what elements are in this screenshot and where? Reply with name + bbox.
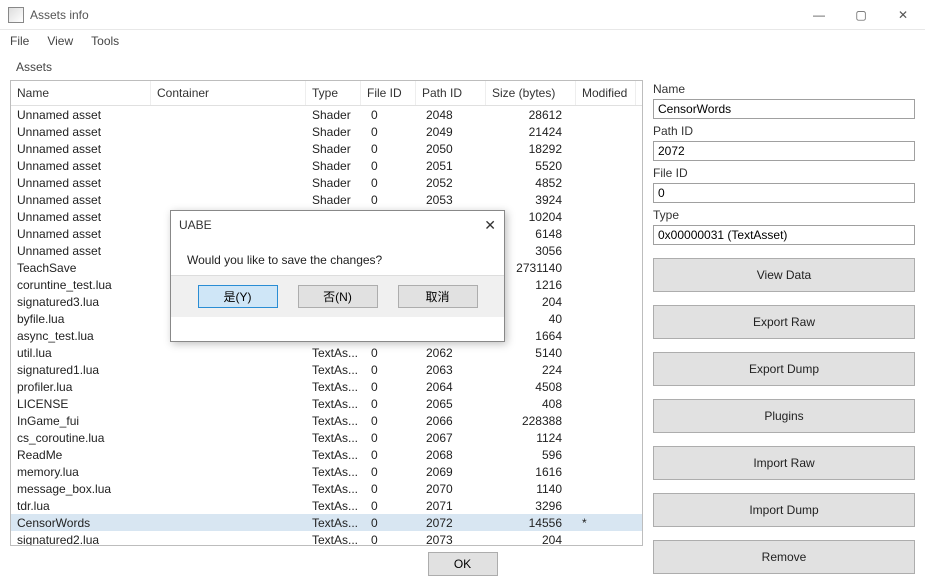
maximize-button[interactable]: ▢ [847,8,875,22]
dialog-message: Would you like to save the changes? [171,239,504,275]
dialog-titlebar: UABE ✕ [171,211,504,239]
table-row[interactable]: CensorWordsTextAs...0207214556* [11,514,642,531]
save-dialog: UABE ✕ Would you like to save the change… [170,210,505,342]
menu-tools[interactable]: Tools [91,34,119,48]
table-row[interactable]: Unnamed assetShader020515520 [11,157,642,174]
menubar: File View Tools [0,30,925,52]
ok-button[interactable]: OK [428,552,498,576]
table-row[interactable]: Unnamed assetShader020533924 [11,191,642,208]
table-row[interactable]: signatured1.luaTextAs...02063224 [11,361,642,378]
fileid-input[interactable] [653,183,915,203]
col-type[interactable]: Type [306,81,361,105]
table-row[interactable]: Unnamed assetShader0205018292 [11,140,642,157]
export-dump-button[interactable]: Export Dump [653,352,915,386]
col-modified[interactable]: Modified [576,81,636,105]
minimize-button[interactable]: — [805,8,833,22]
fileid-label: File ID [653,166,915,180]
table-row[interactable]: message_box.luaTextAs...020701140 [11,480,642,497]
plugins-button[interactable]: Plugins [653,399,915,433]
menu-file[interactable]: File [10,34,29,48]
import-raw-button[interactable]: Import Raw [653,446,915,480]
pathid-label: Path ID [653,124,915,138]
assets-label: Assets [16,60,915,74]
app-icon [8,7,24,23]
table-row[interactable]: Unnamed assetShader0204921424 [11,123,642,140]
name-label: Name [653,82,915,96]
table-row[interactable]: tdr.luaTextAs...020713296 [11,497,642,514]
col-size[interactable]: Size (bytes) [486,81,576,105]
view-data-button[interactable]: View Data [653,258,915,292]
table-row[interactable]: Unnamed assetShader0204828612 [11,106,642,123]
window-title: Assets info [30,8,89,22]
col-container[interactable]: Container [151,81,306,105]
table-row[interactable]: profiler.luaTextAs...020644508 [11,378,642,395]
table-row[interactable]: util.luaTextAs...020625140 [11,344,642,361]
titlebar: Assets info — ▢ ✕ [0,0,925,30]
table-row[interactable]: signatured2.luaTextAs...02073204 [11,531,642,546]
type-input[interactable] [653,225,915,245]
col-name[interactable]: Name [11,81,151,105]
type-label: Type [653,208,915,222]
export-raw-button[interactable]: Export Raw [653,305,915,339]
table-row[interactable]: ReadMeTextAs...02068596 [11,446,642,463]
window-controls: — ▢ ✕ [805,8,917,22]
col-pathid[interactable]: Path ID [416,81,486,105]
menu-view[interactable]: View [47,34,73,48]
dialog-title: UABE [179,218,212,232]
col-fileid[interactable]: File ID [361,81,416,105]
pathid-input[interactable] [653,141,915,161]
table-row[interactable]: cs_coroutine.luaTextAs...020671124 [11,429,642,446]
dialog-cancel-button[interactable]: 取消 [398,285,478,308]
close-button[interactable]: ✕ [889,8,917,22]
table-header: Name Container Type File ID Path ID Size… [11,81,642,106]
dialog-close-icon[interactable]: ✕ [484,217,496,234]
table-row[interactable]: Unnamed assetShader020524852 [11,174,642,191]
table-row[interactable]: InGame_fuiTextAs...02066228388 [11,412,642,429]
name-input[interactable] [653,99,915,119]
dialog-no-button[interactable]: 否(N) [298,285,378,308]
dialog-yes-button[interactable]: 是(Y) [198,285,278,308]
table-row[interactable]: LICENSETextAs...02065408 [11,395,642,412]
import-dump-button[interactable]: Import Dump [653,493,915,527]
table-row[interactable]: memory.luaTextAs...020691616 [11,463,642,480]
side-panel: Name Path ID File ID Type View Data Expo… [653,80,915,574]
